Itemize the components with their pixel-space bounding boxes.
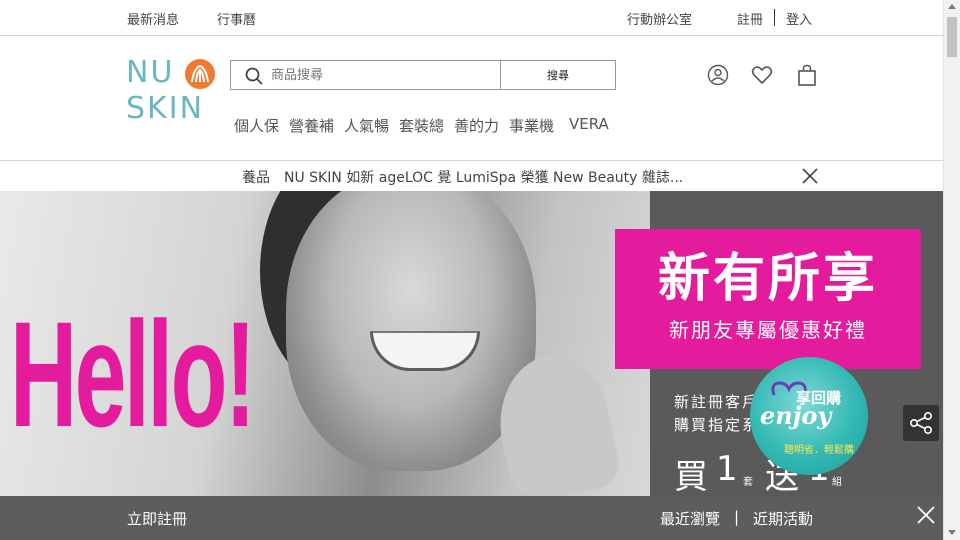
nav-item-nutrition[interactable]: 營養補 xyxy=(289,115,334,136)
nav-item-personal-care[interactable]: 個人保 xyxy=(234,115,279,136)
hero-desc-line-1: 新註冊客戶 xyxy=(674,393,760,411)
enjoy-badge-sub: 聰明省．輕鬆購 xyxy=(784,445,854,456)
mobile-office-link[interactable]: 行動辦公室 xyxy=(627,9,692,28)
hero-desc-line-2: 購買指定系 xyxy=(674,416,760,434)
hero-hello-text: Hello! xyxy=(10,290,256,458)
logo-mark-icon xyxy=(185,59,215,89)
bottombar-divider: | xyxy=(734,508,740,526)
announcement-bar: 養品 NU SKIN 如新 ageLOC 覺 LumiSpa 榮獲 New Be… xyxy=(0,160,943,191)
nav-item-bundles[interactable]: 套裝總 xyxy=(399,115,444,136)
search-button[interactable]: 搜尋 xyxy=(501,61,615,89)
scroll-down-arrow-icon[interactable] xyxy=(948,530,956,535)
account-icon[interactable] xyxy=(707,64,729,86)
share-icon[interactable] xyxy=(903,405,939,441)
enjoy-badge-main: enjoy xyxy=(760,401,832,430)
hero-offer-unit-1: 套 xyxy=(743,477,753,488)
top-utility-bar: 最新消息 行事曆 行動辦公室 註冊 登入 xyxy=(0,0,943,36)
heart-icon[interactable] xyxy=(751,64,773,86)
register-link[interactable]: 註冊 xyxy=(737,9,763,28)
hero-headline: 新有所享 xyxy=(657,249,878,309)
recent-events-link[interactable]: 近期活動 xyxy=(753,508,813,529)
hero-offer-num-1: 1 xyxy=(716,449,738,489)
hero-offer-unit-2: 組 xyxy=(832,477,842,488)
page: 最新消息 行事曆 行動辦公室 註冊 登入 NU SKIN 搜尋 xyxy=(0,0,960,540)
bottom-sticky-bar: 立即註冊 最近瀏覽 | 近期活動 xyxy=(0,496,943,540)
nav-item-vera[interactable]: VERA xyxy=(569,115,609,133)
hero-offer-buy: 買 xyxy=(674,457,708,496)
announcement-close-icon[interactable] xyxy=(801,167,819,185)
signup-now-button[interactable]: 立即註冊 xyxy=(127,508,187,529)
enjoy-badge[interactable]: 享回購 enjoy 聰明省．輕鬆購 xyxy=(750,357,868,475)
scroll-up-arrow-icon[interactable] xyxy=(948,4,956,9)
nav-item-business[interactable]: 事業機 xyxy=(509,115,554,136)
logo-line-1: NU xyxy=(126,55,175,90)
shopping-bag-icon[interactable] xyxy=(796,64,818,86)
nav-item-force-for-good[interactable]: 善的力 xyxy=(454,115,499,136)
bottombar-close-icon[interactable] xyxy=(916,505,936,525)
news-link[interactable]: 最新消息 xyxy=(127,9,179,28)
nuskin-logo[interactable]: NU SKIN xyxy=(126,58,222,128)
nav-item-bestsellers[interactable]: 人氣暢 xyxy=(344,115,389,136)
hero-headline-box: 新有所享 新朋友專屬優惠好禮 xyxy=(615,229,921,369)
search-input[interactable] xyxy=(231,61,501,89)
login-link[interactable]: 登入 xyxy=(786,9,812,28)
logo-line-2: SKIN xyxy=(126,91,205,126)
scrollbar-thumb[interactable] xyxy=(947,17,957,57)
page-scrollbar[interactable] xyxy=(943,0,960,540)
search-icon xyxy=(245,67,263,85)
calendar-link[interactable]: 行事曆 xyxy=(217,9,256,28)
hero-banner[interactable]: Hello! 新有所享 新朋友專屬優惠好禮 新註冊客戶 購買指定系 買 1 套 … xyxy=(0,191,943,496)
topbar-divider xyxy=(774,9,775,26)
announcement-text[interactable]: 養品 NU SKIN 如新 ageLOC 覺 LumiSpa 榮獲 New Be… xyxy=(242,167,683,187)
search-bar: 搜尋 xyxy=(230,60,616,90)
recently-viewed-link[interactable]: 最近瀏覽 xyxy=(660,508,720,529)
hero-subheadline: 新朋友專屬優惠好禮 xyxy=(669,318,867,343)
